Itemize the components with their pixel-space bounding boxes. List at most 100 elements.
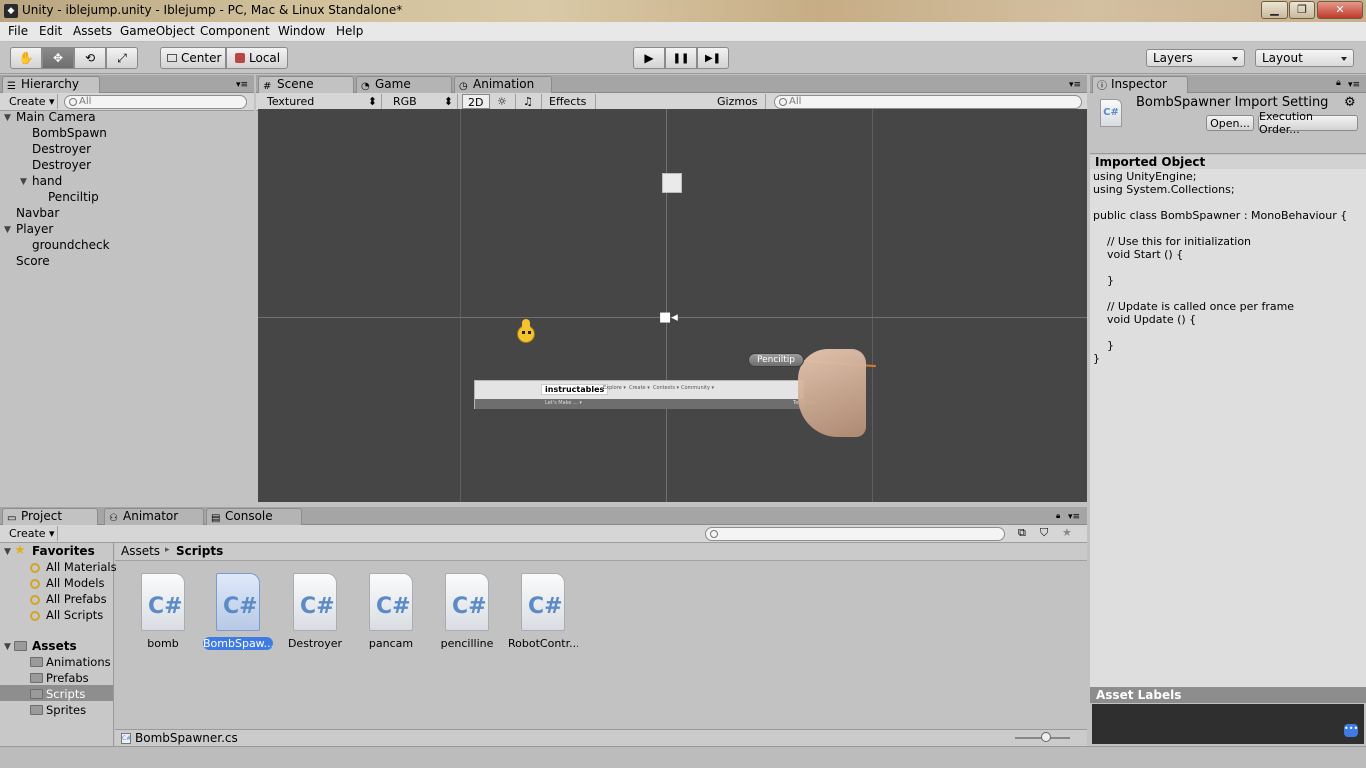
hierarchy-search-input[interactable]: All (64, 95, 247, 109)
tree-item-bombspawn[interactable]: BombSpawn (32, 126, 107, 140)
menu-help[interactable]: Help (336, 24, 363, 38)
rotate-tool-icon[interactable]: ⟲ (74, 47, 106, 69)
file-item[interactable]: C# Destroyer (280, 573, 350, 650)
tree-item-hand[interactable]: hand (32, 174, 62, 188)
expand-arrow-icon[interactable]: ▼ (4, 225, 11, 235)
lock-icon[interactable]: 🔒︎ (1336, 78, 1341, 88)
scene-viewport[interactable]: ■◂ instructables Explore ▾ Create ▾ Cont… (258, 109, 1087, 502)
navbar-sprite[interactable]: instructables Explore ▾ Create ▾ Contest… (474, 380, 815, 409)
penciltip-label[interactable]: Penciltip (748, 353, 804, 367)
favorite-all-materials[interactable]: All Materials (46, 560, 117, 574)
favorite-star-icon[interactable]: ★ (1062, 526, 1072, 539)
breadcrumb-assets[interactable]: Assets (121, 544, 160, 558)
tab-inspector[interactable]: ⓘ Inspector (1092, 76, 1188, 93)
play-button[interactable]: ▶ (633, 47, 665, 69)
expand-arrow-icon[interactable]: ▼ (4, 642, 11, 652)
menu-window[interactable]: Window (278, 24, 325, 38)
main-toolbar: ✋ ✥ ⟲ ⤢ Center Local ▶ ❚❚ ▶❚ Layers Layo… (0, 42, 1366, 74)
tab-hierarchy[interactable]: ☰ Hierarchy (2, 76, 100, 93)
panel-menu-icon[interactable]: ▾≡ (236, 80, 248, 90)
folder-scripts[interactable]: Scripts (46, 687, 85, 701)
project-create-button[interactable]: Create ▾ (4, 526, 58, 541)
tree-item-navbar[interactable]: Navbar (16, 206, 59, 220)
tab-project[interactable]: ▭ Project (2, 508, 98, 525)
file-item-selected[interactable]: C# BombSpaw... (203, 573, 273, 650)
tab-scene[interactable]: # Scene (258, 76, 354, 93)
file-item[interactable]: C# pencilline (432, 573, 502, 650)
assets-folder[interactable]: Assets (32, 639, 77, 653)
tab-console[interactable]: ▤ Console (206, 508, 302, 525)
favorites-label[interactable]: Favorites (32, 544, 95, 558)
file-item[interactable]: C# bomb (128, 573, 198, 650)
breadcrumb-scripts[interactable]: Scripts (176, 544, 223, 558)
tree-item-destroyer[interactable]: Destroyer (32, 142, 91, 156)
bombspawn-sprite[interactable] (662, 173, 682, 193)
menu-assets[interactable]: Assets (73, 24, 112, 38)
effects-dropdown[interactable]: Effects ▾ (544, 94, 596, 123)
gizmos-dropdown[interactable]: Gizmos ▾ (712, 94, 766, 123)
favorite-all-scripts[interactable]: All Scripts (46, 608, 103, 622)
project-search-input[interactable] (705, 527, 1005, 541)
tab-animation[interactable]: ◷ Animation (454, 76, 552, 93)
panel-menu-icon[interactable]: ▾≡ (1068, 512, 1080, 522)
asset-label-tag-icon[interactable]: ••• (1344, 724, 1358, 737)
menu-edit[interactable]: Edit (39, 24, 62, 38)
tab-game[interactable]: ◔ Game (356, 76, 452, 93)
layers-dropdown[interactable]: Layers (1146, 49, 1245, 67)
execution-order-button[interactable]: Execution Order... (1258, 110, 1358, 136)
shading-dropdown[interactable]: Textured ⬍ (262, 94, 382, 109)
folder-prefabs[interactable]: Prefabs (46, 671, 89, 685)
open-button[interactable]: Open... (1206, 115, 1254, 131)
camera-gizmo-icon[interactable]: ■◂ (659, 310, 678, 325)
minimize-button[interactable]: ▁ (1261, 1, 1288, 19)
hierarchy-panel: ☰ Hierarchy ▾≡ Create ▾ All ▼ Main Camer… (0, 75, 254, 503)
tree-item-player[interactable]: Player (16, 222, 53, 236)
expand-arrow-icon[interactable]: ▼ (4, 113, 11, 123)
menu-component[interactable]: Component (200, 24, 270, 38)
expand-arrow-icon[interactable]: ▼ (20, 177, 27, 187)
menu-gameobject[interactable]: GameObject (120, 24, 195, 38)
scene-search-input[interactable]: All (774, 95, 1082, 109)
favorite-all-prefabs[interactable]: All Prefabs (46, 592, 107, 606)
filter-type-icon[interactable]: ⧉ (1018, 526, 1026, 540)
step-button[interactable]: ▶❚ (697, 47, 729, 69)
selected-file-path: BombSpawner.cs (135, 731, 238, 745)
zoom-slider-thumb[interactable] (1041, 732, 1051, 742)
tree-item-score[interactable]: Score (16, 254, 50, 268)
expand-arrow-icon[interactable]: ▼ (4, 547, 11, 557)
lighting-icon[interactable]: ☼ (492, 94, 516, 109)
tab-animator[interactable]: ⚇ Animator (104, 508, 204, 525)
audio-icon[interactable]: ♫ (518, 94, 542, 109)
tree-item-destroyer-2[interactable]: Destroyer (32, 158, 91, 172)
file-item[interactable]: C# pancam (356, 573, 426, 650)
panel-menu-icon[interactable]: ▾≡ (1069, 80, 1081, 90)
pivot-local-button[interactable]: Local (226, 47, 288, 69)
favorites-star-icon: ★ (14, 543, 26, 558)
close-button[interactable]: ✕ (1317, 1, 1363, 19)
panel-menu-icon[interactable]: ▾≡ (1348, 80, 1360, 90)
navbar-menu-item: Create ▾ (629, 385, 650, 391)
gear-icon[interactable]: ⚙ (1344, 95, 1356, 110)
hand-sprite[interactable] (798, 349, 866, 437)
lock-icon[interactable]: 🔒︎ (1056, 511, 1060, 521)
file-item[interactable]: C# RobotContr... (508, 573, 578, 650)
folder-animations[interactable]: Animations (46, 655, 111, 669)
pivot-center-button[interactable]: Center (160, 47, 226, 69)
hierarchy-create-button[interactable]: Create ▾ (4, 94, 58, 109)
favorite-all-models[interactable]: All Models (46, 576, 104, 590)
2d-toggle[interactable]: 2D (462, 94, 490, 109)
folder-sprites[interactable]: Sprites (46, 703, 86, 717)
player-sprite[interactable] (514, 319, 538, 347)
layout-dropdown[interactable]: Layout (1255, 49, 1354, 67)
hand-tool-icon[interactable]: ✋ (10, 47, 42, 69)
scale-tool-icon[interactable]: ⤢ (106, 47, 138, 69)
maximize-button[interactable]: ❐ (1289, 1, 1315, 19)
tree-item-penciltip[interactable]: Penciltip (48, 190, 99, 204)
label-tag-icon[interactable]: ⛉ (1040, 526, 1048, 540)
tree-item-main-camera[interactable]: Main Camera (16, 110, 96, 124)
move-tool-icon[interactable]: ✥ (42, 47, 74, 69)
render-mode-dropdown[interactable]: RGB ⬍ (388, 94, 458, 109)
menu-file[interactable]: File (8, 24, 28, 38)
pause-button[interactable]: ❚❚ (665, 47, 697, 69)
tree-item-groundcheck[interactable]: groundcheck (32, 238, 110, 252)
